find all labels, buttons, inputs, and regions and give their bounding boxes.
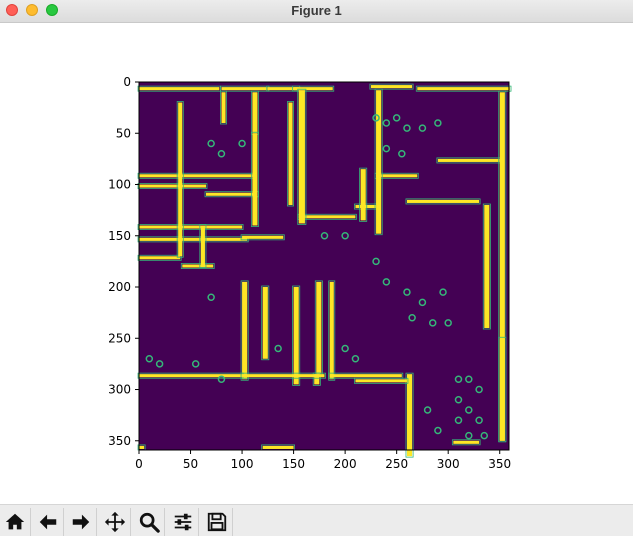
pan-move-icon xyxy=(104,511,126,533)
wall-segment xyxy=(252,92,258,134)
wall-segment xyxy=(406,199,480,203)
navigation-toolbar xyxy=(0,504,633,536)
y-axis: 0 50 100 150 200 250 300 350 xyxy=(108,75,139,448)
wall-segment xyxy=(288,102,293,206)
window-titlebar: Figure 1 xyxy=(0,0,633,23)
wall-segment xyxy=(139,87,220,91)
y-tick-label: 150 xyxy=(108,229,131,243)
wall-segment xyxy=(242,281,248,380)
x-tick-label: 0 xyxy=(135,457,143,471)
wall-segment xyxy=(499,338,505,441)
wall-segment xyxy=(329,374,402,378)
wall-segment xyxy=(221,92,226,124)
wall-segment xyxy=(316,281,322,375)
wall-segment xyxy=(139,174,253,178)
y-tick-label: 200 xyxy=(108,280,131,294)
wall-segment xyxy=(178,102,183,257)
configure-subplots-icon xyxy=(174,513,192,531)
y-tick-label: 100 xyxy=(108,178,131,192)
x-tick-label: 350 xyxy=(488,457,511,471)
y-tick-label: 350 xyxy=(108,434,131,448)
wall-segment xyxy=(262,287,268,359)
wall-segment xyxy=(376,90,382,234)
heatmap-figure: 0 50 100 150 200 250 300 350 0 50 100 150 200 250 300… xyxy=(108,75,512,471)
wall-segment xyxy=(437,158,500,162)
wall-segment xyxy=(293,87,333,91)
save-floppy-icon xyxy=(207,512,227,532)
wall-segment xyxy=(298,90,305,224)
wall-segment xyxy=(200,237,248,241)
x-axis: 0 50 100 150 200 250 300 350 xyxy=(135,450,511,471)
wall-segment xyxy=(406,374,413,457)
wall-segment xyxy=(355,379,407,383)
x-tick-label: 200 xyxy=(334,457,357,471)
y-tick-label: 250 xyxy=(108,331,131,345)
x-tick-label: 300 xyxy=(437,457,460,471)
configure-subplots-button[interactable] xyxy=(168,508,199,536)
home-button[interactable] xyxy=(0,508,31,536)
wall-segment xyxy=(205,192,258,196)
wall-segment xyxy=(242,235,284,239)
x-tick-label: 50 xyxy=(183,457,198,471)
forward-button[interactable] xyxy=(66,508,97,536)
back-button[interactable] xyxy=(33,508,64,536)
y-tick-label: 50 xyxy=(116,126,131,140)
zoom-button[interactable] xyxy=(134,508,165,536)
window-title: Figure 1 xyxy=(291,3,342,18)
x-tick-label: 250 xyxy=(385,457,408,471)
forward-arrow-icon xyxy=(72,514,90,530)
wall-segment xyxy=(262,445,294,449)
save-button[interactable] xyxy=(202,508,233,536)
x-tick-label: 150 xyxy=(282,457,305,471)
wall-segment xyxy=(182,264,214,268)
wall-segment xyxy=(242,374,325,378)
heatmap-image[interactable] xyxy=(137,81,512,458)
wall-segment xyxy=(139,256,181,260)
wall-segment xyxy=(139,237,201,241)
wall-segment xyxy=(139,445,145,449)
wall-segment xyxy=(329,281,334,380)
wall-segment xyxy=(355,205,377,209)
wall-segment xyxy=(370,85,413,89)
wall-segment xyxy=(139,374,243,378)
wall-segment xyxy=(139,225,243,229)
figure-canvas: 0 50 100 150 200 250 300 350 0 50 100 150 200 250 300… xyxy=(0,23,633,504)
x-tick-label: 100 xyxy=(231,457,254,471)
wall-segment xyxy=(293,287,299,385)
wall-segment xyxy=(417,87,511,91)
wall-segment xyxy=(360,169,366,221)
y-tick-label: 0 xyxy=(123,75,131,89)
wall-segment xyxy=(298,215,356,219)
home-icon xyxy=(5,513,25,530)
zoom-magnifier-icon xyxy=(139,512,160,533)
pan-button[interactable] xyxy=(100,508,131,536)
wall-segment xyxy=(453,440,480,444)
y-tick-label: 300 xyxy=(108,383,131,397)
back-arrow-icon xyxy=(39,514,57,530)
wall-segment xyxy=(484,205,490,329)
wall-segment xyxy=(252,133,258,226)
wall-segment xyxy=(139,184,206,188)
wall-segment xyxy=(221,87,268,91)
wall-segment xyxy=(200,225,205,267)
